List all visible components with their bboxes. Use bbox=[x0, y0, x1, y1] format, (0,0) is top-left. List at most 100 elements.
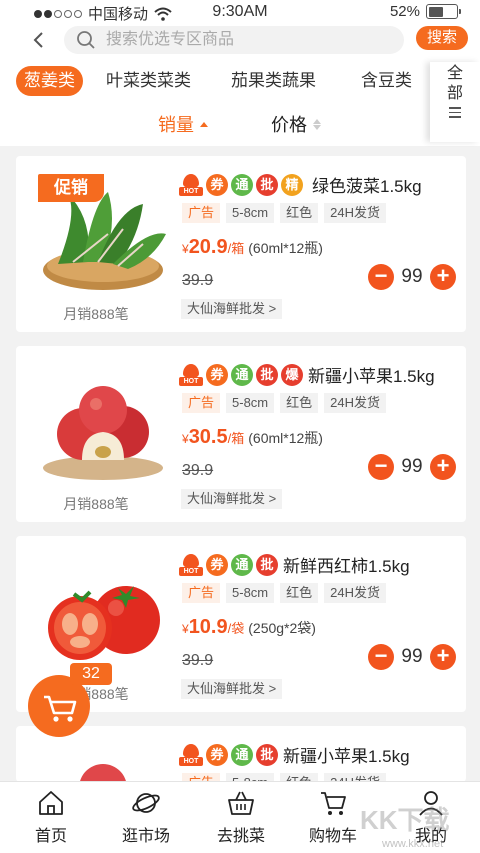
quantity-value[interactable]: 99 bbox=[394, 266, 430, 288]
spec-tag: 24H发货 bbox=[324, 203, 387, 223]
quantity-value[interactable]: 99 bbox=[394, 456, 430, 478]
price-row: ¥30.5/箱 (60ml*12瓶) bbox=[182, 426, 323, 449]
hot-icon: HOT bbox=[179, 553, 203, 576]
currency-symbol: ¥ bbox=[182, 432, 189, 446]
battery-icon bbox=[426, 4, 461, 19]
sort-arrows-icon bbox=[200, 121, 208, 127]
seller-link[interactable]: 大仙海鲜批发 > bbox=[181, 489, 283, 509]
quantity-stepper: − 99 + bbox=[368, 454, 456, 480]
all-categories-label: 全部 bbox=[446, 65, 463, 102]
coupon-badge: 券 bbox=[206, 363, 228, 386]
status-bar: 中国移动 9:30AM 52% bbox=[0, 0, 480, 24]
spec-row: 广告 5-8cm 红色 24H发货 bbox=[182, 393, 387, 413]
sort-sales-label: 销量 bbox=[158, 115, 194, 135]
bottom-nav: 首页 逛市场 去挑菜 购物车 我的 KK下载 www.kkx.net bbox=[0, 781, 480, 853]
nav-market[interactable]: 逛市场 bbox=[106, 788, 186, 846]
product-card[interactable]: 促销 月销888笔 HOT 券 通 批 精 绿色菠菜1.5kg 广告 5-8cm… bbox=[16, 156, 466, 332]
spec-tag: 5-8cm bbox=[226, 393, 275, 413]
cart-icon bbox=[321, 792, 346, 815]
product-title-row: HOT 券 通 批 新疆小苹果1.5kg bbox=[179, 742, 410, 767]
tomato-image bbox=[48, 586, 160, 660]
product-name[interactable]: 新鲜西红柿1.5kg bbox=[283, 552, 410, 577]
pack-size: (60ml*12瓶) bbox=[248, 430, 323, 446]
basket-icon bbox=[228, 791, 254, 815]
coupon-badge: 券 bbox=[206, 173, 228, 196]
price-unit: /箱 bbox=[227, 431, 245, 446]
search-input[interactable] bbox=[106, 26, 396, 54]
price-row: ¥10.9/袋 (250g*2袋) bbox=[182, 616, 316, 639]
original-price: 39.9 bbox=[182, 272, 214, 289]
decrement-button[interactable]: − bbox=[368, 454, 394, 480]
watermark-url: www.kkx.net bbox=[382, 838, 444, 850]
cart-count-badge: 32 bbox=[70, 663, 112, 685]
seller-link[interactable]: 大仙海鲜批发 > bbox=[181, 299, 283, 319]
product-name[interactable]: 新疆小苹果1.5kg bbox=[283, 742, 410, 767]
tab-category-0[interactable]: 葱姜类 bbox=[16, 66, 83, 96]
spec-tag: 红色 bbox=[280, 393, 319, 413]
decrement-button[interactable]: − bbox=[368, 264, 394, 290]
select-badge: 精 bbox=[281, 173, 303, 196]
pack-size: (250g*2袋) bbox=[248, 620, 316, 636]
nav-pick[interactable]: 去挑菜 bbox=[201, 788, 281, 846]
search-icon bbox=[77, 31, 95, 49]
general-badge: 通 bbox=[231, 363, 253, 386]
quantity-stepper: − 99 + bbox=[368, 644, 456, 670]
product-name[interactable]: 新疆小苹果1.5kg bbox=[308, 362, 435, 387]
increment-button[interactable]: + bbox=[430, 644, 456, 670]
price-value: 10.9 bbox=[188, 616, 228, 638]
monthly-sales: 月销888笔 bbox=[63, 496, 129, 512]
general-badge: 通 bbox=[231, 553, 253, 576]
back-icon[interactable] bbox=[28, 28, 50, 52]
ad-tag: 广告 bbox=[182, 583, 221, 603]
spec-tag: 24H发货 bbox=[324, 583, 387, 603]
search-box[interactable] bbox=[64, 26, 404, 54]
price-value: 20.9 bbox=[188, 236, 228, 258]
spec-tag: 24H发货 bbox=[324, 393, 387, 413]
spec-tag: 5-8cm bbox=[226, 203, 275, 223]
product-title-row: HOT 券 通 批 新鲜西红柿1.5kg bbox=[179, 552, 410, 577]
pack-size: (60ml*12瓶) bbox=[248, 240, 323, 256]
original-price: 39.9 bbox=[182, 462, 214, 479]
ad-tag: 广告 bbox=[182, 393, 221, 413]
currency-symbol: ¥ bbox=[182, 242, 189, 256]
general-badge: 通 bbox=[231, 743, 253, 766]
hot-sale-badge: 爆 bbox=[281, 363, 303, 386]
hot-icon: HOT bbox=[179, 173, 203, 196]
quantity-value[interactable]: 99 bbox=[394, 646, 430, 668]
menu-icon bbox=[449, 107, 461, 118]
decrement-button[interactable]: − bbox=[368, 644, 394, 670]
coupon-badge: 券 bbox=[206, 553, 228, 576]
nav-home-label: 首页 bbox=[34, 828, 67, 845]
wholesale-badge: 批 bbox=[256, 363, 278, 386]
header: 搜索 bbox=[0, 24, 480, 56]
price-unit: /箱 bbox=[227, 241, 245, 256]
tab-category-1[interactable]: 叶菜类菜类 bbox=[106, 66, 191, 96]
search-button[interactable]: 搜索 bbox=[416, 26, 468, 50]
seller-link[interactable]: 大仙海鲜批发 > bbox=[181, 679, 283, 699]
spec-row: 广告 5-8cm 红色 24H发货 bbox=[182, 583, 387, 603]
wholesale-badge: 批 bbox=[256, 743, 278, 766]
tab-category-3[interactable]: 含豆类 bbox=[361, 66, 412, 96]
sort-by-price[interactable]: 价格 bbox=[271, 112, 321, 136]
sort-by-sales[interactable]: 销量 bbox=[158, 112, 208, 136]
spec-row: 广告 5-8cm 红色 24H发货 bbox=[182, 203, 387, 223]
spec-tag: 红色 bbox=[280, 203, 319, 223]
promo-badge: 促销 bbox=[38, 174, 104, 202]
nav-market-label: 逛市场 bbox=[121, 828, 170, 845]
original-price: 39.9 bbox=[182, 652, 214, 669]
apple-image bbox=[79, 764, 127, 782]
wholesale-badge: 批 bbox=[256, 553, 278, 576]
all-categories-button[interactable]: 全部 bbox=[430, 62, 480, 142]
category-bar: 葱姜类 叶菜类菜类 茄果类蔬果 含豆类 全部 销量 价格 bbox=[0, 56, 480, 146]
monthly-sales: 月销888笔 bbox=[63, 306, 129, 322]
product-card[interactable]: 月销888笔 HOT 券 通 批 爆 新疆小苹果1.5kg 广告 5-8cm 红… bbox=[16, 346, 466, 522]
home-icon bbox=[39, 791, 63, 815]
increment-button[interactable]: + bbox=[430, 454, 456, 480]
sort-price-label: 价格 bbox=[271, 115, 307, 135]
planet-icon bbox=[132, 793, 160, 813]
increment-button[interactable]: + bbox=[430, 264, 456, 290]
wholesale-badge: 批 bbox=[256, 173, 278, 196]
tab-category-2[interactable]: 茄果类蔬果 bbox=[231, 66, 316, 96]
nav-home[interactable]: 首页 bbox=[11, 788, 91, 846]
product-name[interactable]: 绿色菠菜1.5kg bbox=[312, 172, 422, 197]
